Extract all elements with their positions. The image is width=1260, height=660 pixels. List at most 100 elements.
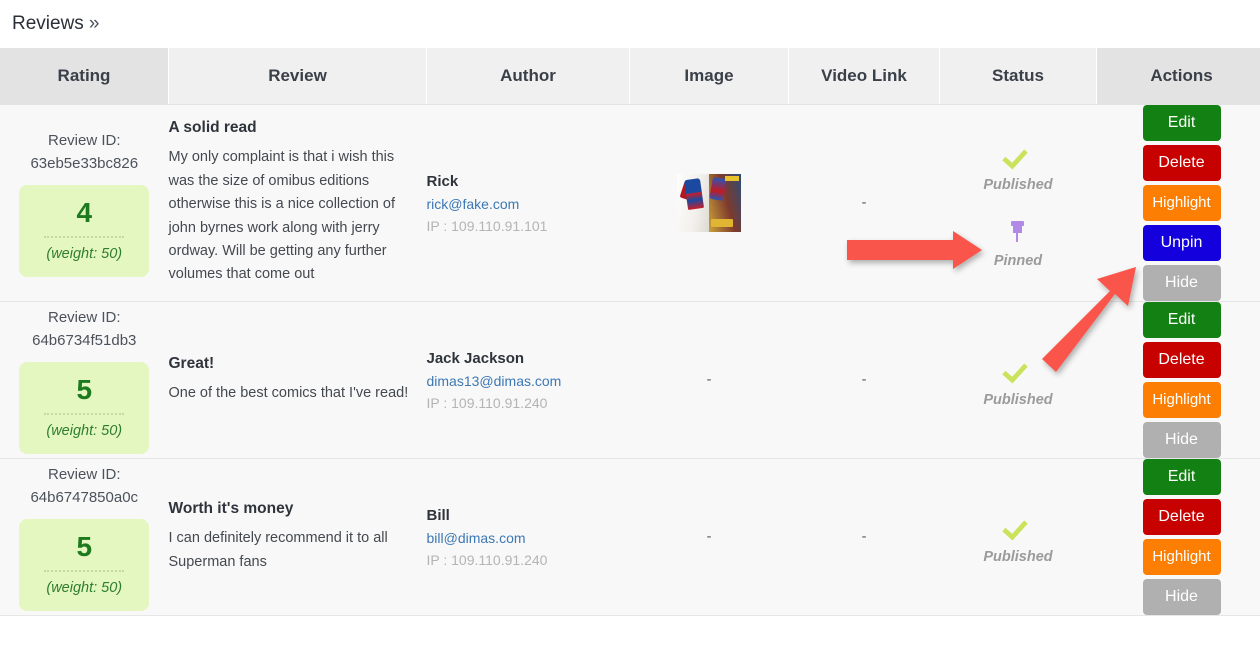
- column-header-rating[interactable]: Rating: [0, 48, 169, 105]
- cell-author: Bill bill@dimas.com IP : 109.110.91.240: [426, 458, 630, 616]
- rating-weight: (weight: 50): [46, 423, 123, 440]
- review-body: My only complaint is that i wish this wa…: [168, 149, 395, 283]
- status-label: Published: [983, 177, 1053, 193]
- cell-actions: Edit Delete Highlight Hide: [1096, 458, 1260, 616]
- review-id: Review ID: 64b6734f51db3: [0, 306, 169, 353]
- rating-box: 4 (weight: 50): [19, 185, 150, 278]
- review-id-label: Review ID:: [47, 465, 121, 483]
- cell-review: A solid read My only complaint is that i…: [168, 104, 427, 302]
- author-email-link[interactable]: dimas13@dimas.com: [427, 373, 630, 389]
- author-ip: IP : 109.110.91.101: [426, 217, 548, 234]
- status-published: Published: [940, 356, 1097, 408]
- breadcrumb-separator-icon: »: [88, 13, 100, 34]
- cell-video-link: -: [788, 458, 940, 616]
- author-name: Jack Jackson: [426, 349, 525, 367]
- review-id-value: 64b6734f51db3: [32, 332, 137, 349]
- author-name: Bill: [426, 506, 450, 524]
- cell-status: Published: [939, 301, 1097, 459]
- hide-button[interactable]: Hide: [1142, 422, 1221, 458]
- rating-divider: [44, 413, 125, 416]
- status-label: Published: [983, 548, 1053, 565]
- cell-rating: Review ID: 64b6747850a0c 5 (weight: 50): [0, 458, 169, 616]
- delete-button[interactable]: Delete: [1142, 499, 1221, 535]
- review-body: I can definitely recommend it to all Sup…: [168, 530, 388, 570]
- check-icon: [1005, 513, 1031, 539]
- cell-author: Rick rick@fake.com IP : 109.110.91.101: [426, 104, 630, 302]
- hide-button[interactable]: Hide: [1142, 579, 1221, 615]
- review-id-value: 63eb5e33bc826: [30, 155, 139, 172]
- review-title: Worth it's money: [168, 500, 294, 518]
- table-header-row: Rating Review Author Image Video Link St…: [0, 48, 1260, 105]
- edit-button[interactable]: Edit: [1142, 105, 1221, 141]
- table-row: Review ID: 63eb5e33bc826 4 (weight: 50) …: [0, 104, 1260, 302]
- status-label: Published: [983, 391, 1053, 408]
- author-name: Rick: [426, 172, 459, 190]
- highlight-button[interactable]: Highlight: [1142, 185, 1221, 221]
- action-buttons: Edit Delete Highlight Hide: [1097, 459, 1260, 615]
- highlight-button[interactable]: Highlight: [1142, 539, 1221, 575]
- delete-button[interactable]: Delete: [1142, 342, 1221, 378]
- column-header-review[interactable]: Review: [168, 48, 427, 105]
- review-id: Review ID: 63eb5e33bc826: [0, 129, 169, 176]
- review-body: One of the best comics that I've read!: [168, 384, 409, 401]
- unpin-button[interactable]: Unpin: [1142, 225, 1221, 261]
- table-row: Review ID: 64b6734f51db3 5 (weight: 50) …: [0, 301, 1260, 459]
- cell-video-link: -: [788, 301, 940, 459]
- review-title: A solid read: [168, 119, 257, 137]
- rating-value: 4: [76, 197, 93, 229]
- hide-button[interactable]: Hide: [1142, 265, 1221, 301]
- review-id-label: Review ID:: [47, 131, 121, 149]
- breadcrumb: Reviews »: [0, 0, 1260, 48]
- cell-image: -: [629, 301, 789, 459]
- cell-image: [629, 104, 789, 302]
- status-pinned: Pinned: [940, 221, 1097, 269]
- table-header: Rating Review Author Image Video Link St…: [0, 48, 1260, 105]
- author-email-link[interactable]: bill@dimas.com: [427, 530, 630, 546]
- status-published: Published: [940, 513, 1097, 565]
- cell-review: Worth it's money I can definitely recomm…: [168, 458, 427, 616]
- rating-divider: [44, 570, 125, 573]
- column-header-actions[interactable]: Actions: [1096, 48, 1260, 105]
- pin-icon: [1008, 221, 1028, 243]
- cell-author: Jack Jackson dimas13@dimas.com IP : 109.…: [426, 301, 630, 459]
- check-icon: [1005, 142, 1031, 168]
- review-id: Review ID: 64b6747850a0c: [0, 463, 169, 510]
- status-label: Pinned: [993, 252, 1043, 269]
- author-ip: IP : 109.110.91.240: [426, 551, 548, 568]
- rating-box: 5 (weight: 50): [19, 362, 150, 455]
- rating-box: 5 (weight: 50): [19, 519, 150, 612]
- column-header-image[interactable]: Image: [629, 48, 789, 105]
- column-header-author[interactable]: Author: [426, 48, 630, 105]
- column-header-status[interactable]: Status: [939, 48, 1097, 105]
- table-row: Review ID: 64b6747850a0c 5 (weight: 50) …: [0, 458, 1260, 616]
- edit-button[interactable]: Edit: [1142, 302, 1221, 338]
- rating-value: 5: [76, 531, 93, 563]
- rating-divider: [44, 236, 125, 239]
- cell-status: Published Pinned: [939, 104, 1097, 302]
- review-image-thumbnail[interactable]: [677, 174, 741, 232]
- column-header-video-link[interactable]: Video Link: [788, 48, 940, 105]
- cell-image: -: [629, 458, 789, 616]
- rating-weight: (weight: 50): [46, 580, 123, 597]
- cell-rating: Review ID: 63eb5e33bc826 4 (weight: 50): [0, 104, 169, 302]
- cell-review: Great! One of the best comics that I've …: [168, 301, 427, 459]
- highlight-button[interactable]: Highlight: [1142, 382, 1221, 418]
- cell-video-link: -: [788, 104, 940, 302]
- author-ip: IP : 109.110.91.240: [426, 394, 548, 411]
- delete-button[interactable]: Delete: [1142, 145, 1221, 181]
- author-email-link[interactable]: rick@fake.com: [427, 196, 630, 212]
- cell-status: Published: [939, 458, 1097, 616]
- rating-weight: (weight: 50): [46, 246, 123, 263]
- cell-actions: Edit Delete Highlight Unpin Hide: [1096, 104, 1260, 302]
- breadcrumb-label[interactable]: Reviews: [12, 13, 84, 35]
- edit-button[interactable]: Edit: [1142, 459, 1221, 495]
- status-published: Published: [940, 142, 1097, 193]
- check-icon: [1005, 356, 1031, 382]
- review-title: Great!: [168, 354, 215, 372]
- action-buttons: Edit Delete Highlight Hide: [1097, 302, 1260, 458]
- table-body: Review ID: 63eb5e33bc826 4 (weight: 50) …: [0, 104, 1260, 616]
- review-id-value: 64b6747850a0c: [30, 489, 139, 506]
- rating-value: 5: [76, 374, 93, 406]
- reviews-table: Rating Review Author Image Video Link St…: [0, 48, 1260, 616]
- review-id-label: Review ID:: [47, 308, 121, 326]
